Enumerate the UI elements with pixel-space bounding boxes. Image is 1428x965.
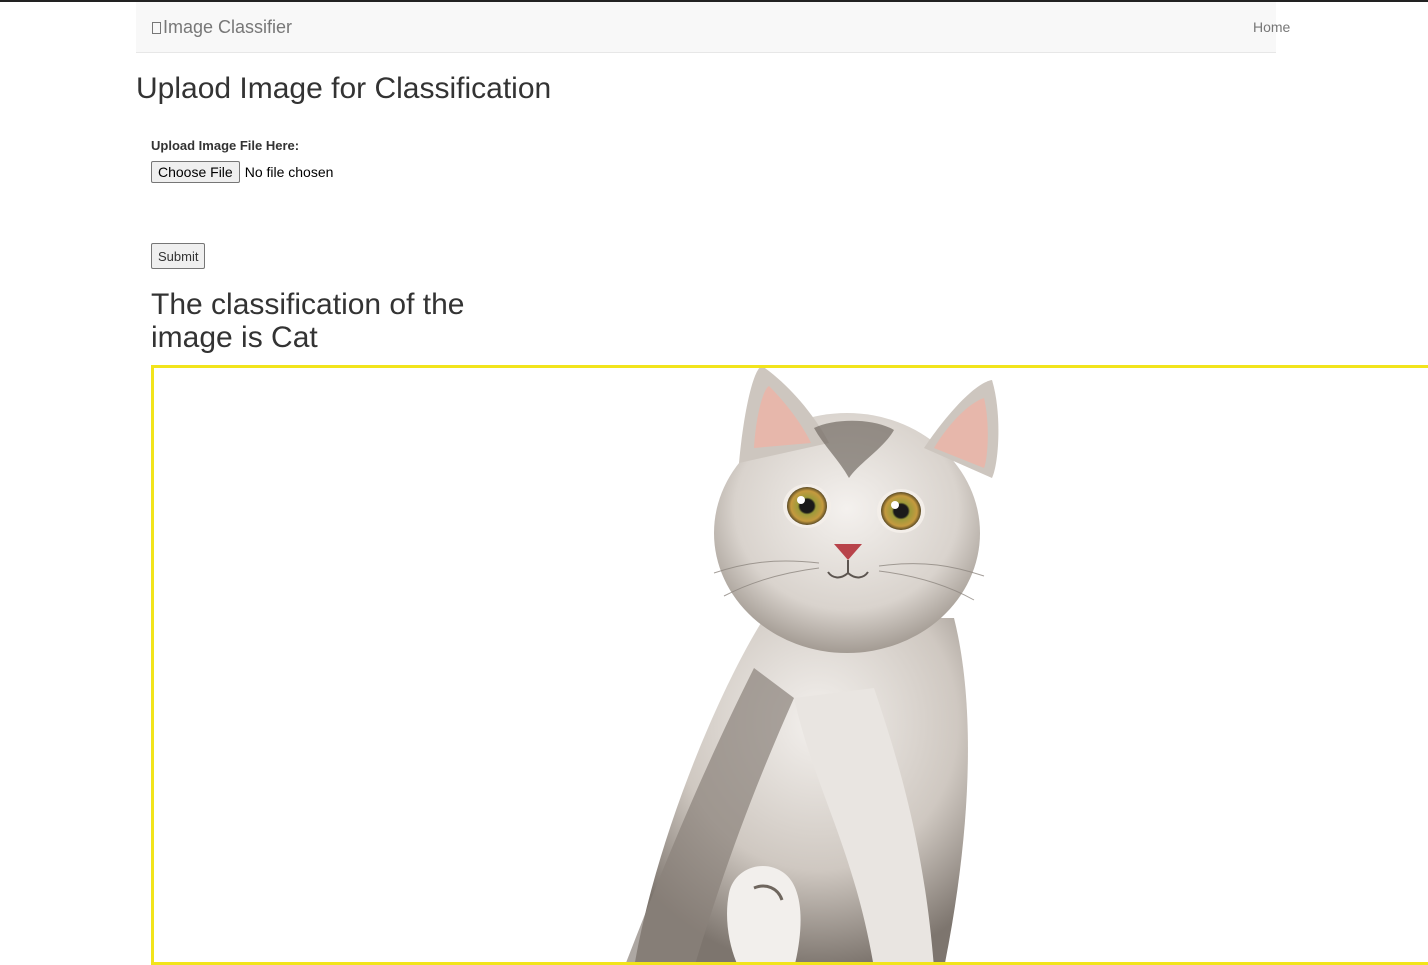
upload-field-label: Upload Image File Here:	[151, 138, 300, 153]
navbar-brand[interactable]: Image Classifier	[152, 17, 292, 38]
cat-image	[626, 368, 999, 962]
nav-link-home[interactable]: Home	[1253, 19, 1290, 35]
file-input[interactable]: Choose File No file chosen	[151, 161, 333, 183]
page-title: Uplaod Image for Classification	[136, 72, 552, 105]
classification-result: The classification of the image is Cat	[151, 288, 465, 354]
brand-label: Image Classifier	[163, 17, 293, 37]
file-status-text: No file chosen	[244, 164, 334, 180]
navbar: Image Classifier	[136, 2, 1276, 53]
glyph-placeholder-icon	[152, 21, 161, 34]
submit-button[interactable]: Submit	[151, 243, 206, 269]
classified-image-frame	[151, 365, 1428, 965]
choose-file-button[interactable]: Choose File	[151, 161, 240, 183]
